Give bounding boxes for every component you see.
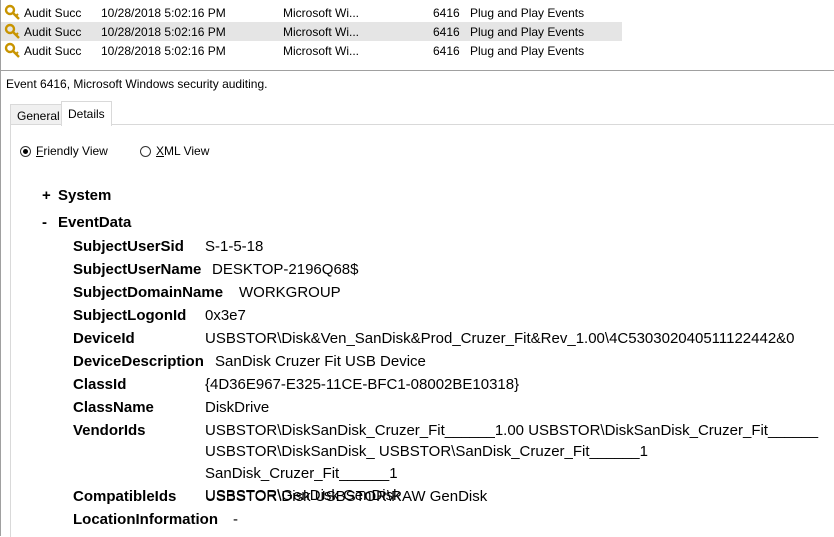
friendly-view-radio[interactable]: Friendly View bbox=[20, 144, 108, 158]
field-value: WORKGROUP bbox=[239, 284, 341, 301]
row-keywords: Audit Succ bbox=[24, 25, 82, 39]
system-label: System bbox=[58, 187, 112, 204]
xml-view-radio[interactable]: XML View bbox=[140, 144, 209, 158]
row-source: Microsoft Wi... bbox=[283, 6, 360, 20]
field-value: USBSTOR\DiskSanDisk_Cruzer_Fit______1.00… bbox=[205, 422, 819, 439]
tab-details[interactable]: Details bbox=[61, 101, 112, 126]
field-row: VendorIds USBSTOR\DiskSanDisk_Cruzer_Fit_… bbox=[73, 422, 818, 439]
field-value: USBSTOR\Disk&Ven_SanDisk&Prod_Cruzer_Fit… bbox=[205, 330, 795, 347]
row-event-id: 6416 bbox=[433, 44, 460, 58]
radio-unselected-icon bbox=[140, 146, 151, 157]
field-row: SubjectUserName DESKTOP-2196Q68$ bbox=[73, 261, 358, 278]
field-value: 0x3e7 bbox=[205, 307, 246, 324]
row-date: 10/28/2018 5:02:16 PM bbox=[101, 44, 226, 58]
audit-success-key-icon bbox=[4, 23, 20, 39]
field-value: S-1-5-18 bbox=[205, 238, 264, 255]
eventdata-label: EventData bbox=[58, 214, 132, 231]
row-date: 10/28/2018 5:02:16 PM bbox=[101, 6, 226, 20]
field-value: USBSTOR\Disk USBSTOR\RAW GenDisk bbox=[205, 488, 488, 505]
field-row: SubjectLogonId 0x3e7 bbox=[73, 307, 246, 324]
field-row: SubjectUserSid S-1-5-18 bbox=[73, 238, 263, 255]
field-row: ClassName DiskDrive bbox=[73, 399, 269, 416]
field-key: CompatibleIds bbox=[73, 488, 177, 505]
field-key: SubjectUserName bbox=[73, 261, 202, 278]
event-pane-title: Event 6416, Microsoft Windows security a… bbox=[6, 77, 268, 91]
event-list: Audit Succ 10/28/2018 5:02:16 PM Microso… bbox=[0, 0, 834, 64]
friendly-view-content: + System - EventData SubjectUserSid S-1-5-1… bbox=[25, 160, 834, 536]
tab-bar: General Details bbox=[10, 101, 834, 126]
field-row: DeviceDescription SanDisk Cruzer Fit USB … bbox=[73, 353, 426, 370]
row-category: Plug and Play Events bbox=[470, 44, 585, 58]
system-section-header[interactable]: + System bbox=[42, 187, 111, 204]
pane-splitter[interactable] bbox=[0, 70, 834, 71]
field-row: CompatibleIds USBSTOR\Disk USBSTOR\RAW Ge… bbox=[73, 488, 487, 505]
event-row[interactable]: Audit Succ 10/28/2018 5:02:16 PM Microso… bbox=[0, 41, 622, 60]
audit-success-key-icon bbox=[4, 4, 20, 20]
tab-general[interactable]: General bbox=[10, 104, 62, 124]
field-value: SanDisk Cruzer Fit USB Device bbox=[215, 353, 426, 370]
row-keywords: Audit Succ bbox=[24, 44, 82, 58]
field-key: ClassId bbox=[73, 376, 127, 393]
field-value: {4D36E967-E325-11CE-BFC1-08002BE10318} bbox=[205, 376, 520, 393]
xml-view-label-accel: X bbox=[156, 144, 165, 158]
radio-selected-icon bbox=[20, 146, 31, 157]
field-key: ClassName bbox=[73, 399, 154, 416]
row-event-id: 6416 bbox=[433, 6, 460, 20]
field-value: - bbox=[233, 511, 238, 528]
field-key: SubjectDomainName bbox=[73, 284, 224, 301]
field-key: SubjectUserSid bbox=[73, 238, 184, 255]
event-row[interactable]: Audit Succ 10/28/2018 5:02:16 PM Microso… bbox=[0, 3, 622, 22]
row-category: Plug and Play Events bbox=[470, 25, 585, 39]
friendly-view-label: riendly View bbox=[43, 144, 108, 158]
field-row: SubjectDomainName WORKGROUP bbox=[73, 284, 341, 301]
field-key: VendorIds bbox=[73, 422, 146, 439]
field-key: DeviceDescription bbox=[73, 353, 204, 370]
row-keywords: Audit Succ bbox=[24, 6, 82, 20]
row-source: Microsoft Wi... bbox=[283, 44, 360, 58]
event-row[interactable]: Audit Succ 10/28/2018 5:02:16 PM Microso… bbox=[0, 22, 622, 41]
field-key: DeviceId bbox=[73, 330, 135, 347]
eventdata-section-header[interactable]: - EventData bbox=[42, 214, 131, 231]
row-date: 10/28/2018 5:02:16 PM bbox=[101, 25, 226, 39]
field-key: SubjectLogonId bbox=[73, 307, 187, 324]
collapse-toggle[interactable]: - bbox=[42, 214, 58, 231]
left-border bbox=[0, 0, 1, 536]
row-source: Microsoft Wi... bbox=[283, 25, 360, 39]
row-event-id: 6416 bbox=[433, 25, 460, 39]
row-category: Plug and Play Events bbox=[470, 6, 585, 20]
field-value: DiskDrive bbox=[205, 399, 270, 416]
field-row: ClassId {4D36E967-E325-11CE-BFC1-08002BE1… bbox=[73, 376, 519, 393]
expand-toggle[interactable]: + bbox=[42, 187, 58, 204]
field-value-line: USBSTOR\DiskSanDisk_ USBSTOR\SanDisk_Cru… bbox=[205, 443, 648, 482]
field-row: DeviceId USBSTOR\Disk&Ven_SanDisk&Prod_Cr… bbox=[73, 330, 795, 347]
field-row: LocationInformation - bbox=[73, 511, 238, 528]
field-value: DESKTOP-2196Q68$ bbox=[212, 261, 359, 278]
xml-view-label: ML View bbox=[164, 144, 210, 158]
audit-success-key-icon bbox=[4, 42, 20, 58]
field-key: LocationInformation bbox=[73, 511, 218, 528]
